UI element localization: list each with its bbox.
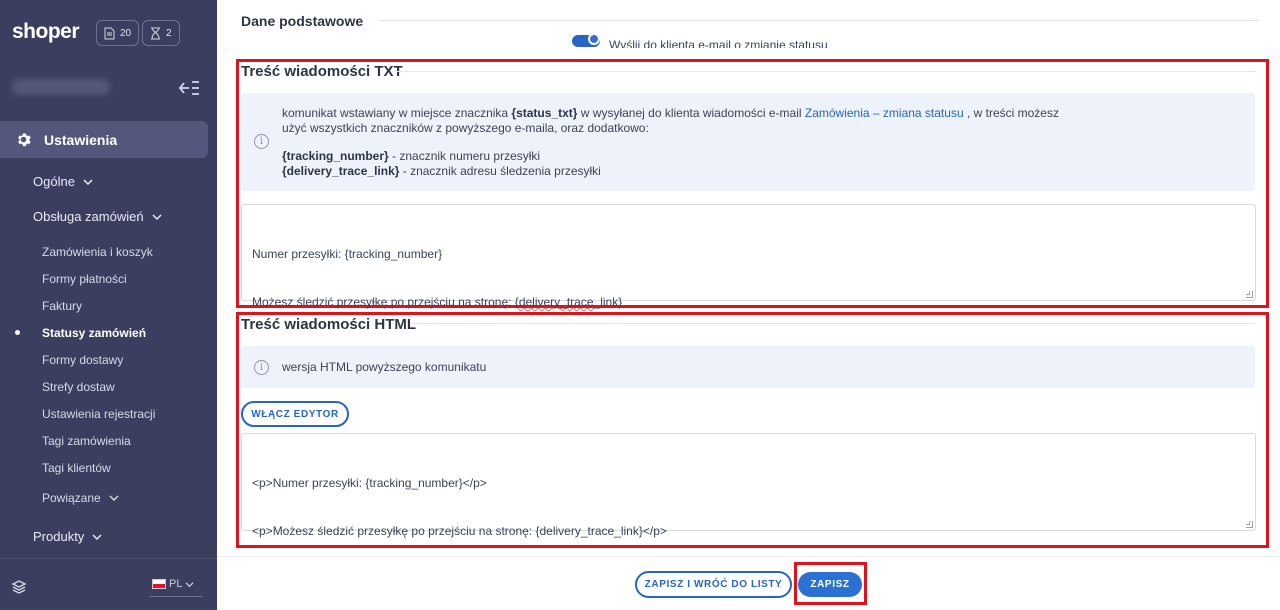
sidebar-item-label: Tagi zamówienia — [42, 434, 131, 448]
html-title-divider — [413, 323, 1255, 324]
status-change-email-link[interactable]: Zamówienia – zmiana statusu — [805, 106, 964, 120]
language-code: PL — [169, 578, 183, 590]
sidebar-group-label: Obsługa zamówień — [33, 209, 144, 224]
textarea-line: Numer przesyłki: {tracking_number} — [252, 247, 443, 261]
sidebar-group-label: Produkty — [33, 529, 85, 544]
info-icon: i — [254, 360, 269, 375]
sidebar-item-label: Formy płatności — [42, 272, 127, 286]
send-email-toggle-label: Wyślij do klienta e-mail o zmianie statu… — [609, 38, 828, 48]
language-selector[interactable]: PL — [152, 578, 195, 590]
tag-description: - znacznik adresu śledzenia przesyłki — [399, 164, 601, 178]
sidebar: shoper 20 2 Ustawienia Ogólne Obsługa za… — [0, 0, 217, 610]
info-text-line: użyć wszystkich znaczników z powyższego … — [282, 121, 649, 135]
chevron-down-icon — [185, 581, 195, 587]
sidebar-item-label: Tagi klientów — [42, 461, 111, 475]
enable-editor-button[interactable]: WŁĄCZ EDYTOR — [241, 401, 349, 427]
sidebar-item-label: Ustawienia rejestracji — [42, 407, 156, 421]
chevron-down-icon — [109, 495, 119, 502]
sidebar-item-order-statuses[interactable]: Statusy zamówień — [42, 326, 146, 340]
text-part: Możesz śledzić — [252, 295, 337, 309]
toggle-knob — [588, 33, 600, 45]
sidebar-item-label: Statusy zamówień — [42, 326, 147, 340]
sidebar-item-label: Strefy dostaw — [42, 380, 115, 394]
hourglass-icon — [151, 27, 160, 39]
txt-message-textarea[interactable]: Numer przesyłki: {tracking_number} Możes… — [241, 204, 1256, 309]
tag-description: - znacznik numeru przesyłki — [388, 149, 541, 163]
sidebar-group-products[interactable]: Produkty — [33, 529, 102, 544]
chevron-down-icon — [83, 178, 93, 185]
status-txt-tag: {status_txt} — [511, 106, 578, 120]
html-message-textarea[interactable]: <p>Numer przesyłki: {tracking_number}</p… — [241, 433, 1256, 538]
section-title: Dane podstawowe — [241, 13, 364, 29]
info-text-part: , w treści możesz — [963, 106, 1059, 120]
sidebar-item-label: Zamówienia i koszyk — [42, 245, 153, 259]
section-divider — [379, 20, 1259, 21]
save-and-back-button[interactable]: ZAPISZ I WRÓĆ DO LISTY — [635, 571, 792, 598]
sidebar-group-general[interactable]: Ogólne — [33, 174, 93, 189]
info-text-part: komunikat wstawiany w miejsce znacznika — [282, 106, 512, 120]
info-text-part: w wysyłanej do klienta wiadomości e-mail — [577, 106, 805, 120]
html-block-title: Treść wiadomości HTML — [241, 316, 417, 333]
txt-block-title: Treść wiadomości TXT — [241, 63, 403, 80]
document-icon — [104, 27, 115, 39]
collapse-sidebar-icon[interactable] — [178, 79, 200, 97]
info-icon: i — [254, 134, 269, 149]
account-name-blurred[interactable] — [12, 79, 110, 95]
textarea-line: <p>Numer przesyłki: {tracking_number}</p… — [252, 476, 487, 490]
sidebar-item-shipping-methods[interactable]: Formy dostawy — [42, 353, 123, 367]
active-item-bullet — [15, 330, 20, 335]
sidebar-item-label: Formy dostawy — [42, 353, 124, 367]
sidebar-item-invoices[interactable]: Faktury — [42, 299, 82, 313]
sidebar-item-settings[interactable]: Ustawienia — [0, 121, 208, 158]
footer-divider — [217, 556, 1280, 557]
chevron-down-icon — [92, 533, 102, 540]
sidebar-item-label: Faktury — [42, 299, 83, 313]
pending-count: 2 — [166, 27, 172, 39]
sidebar-item-registration-settings[interactable]: Ustawienia rejestracji — [42, 407, 155, 421]
shoper-logo[interactable]: shoper — [12, 20, 80, 44]
textarea-line: <p>Możesz śledzić przesyłkę po przejściu… — [252, 524, 667, 538]
pending-counter[interactable]: 2 — [142, 20, 180, 46]
txt-info-text: komunikat wstawiany w miejsce znacznika … — [282, 106, 1059, 179]
sidebar-item-customer-tags[interactable]: Tagi klientów — [42, 461, 111, 475]
poland-flag-icon — [152, 579, 166, 589]
spellcheck-marked-text: delivery_trace — [518, 295, 594, 309]
resize-handle[interactable] — [1246, 521, 1253, 528]
main-content: Dane podstawowe Wyślij do klienta e-mail… — [217, 0, 1280, 610]
sidebar-item-related[interactable]: Powiązane — [42, 491, 119, 505]
html-info-text: wersja HTML powyższego komunikatu — [282, 360, 487, 374]
layers-icon[interactable] — [11, 579, 27, 595]
documents-counter[interactable]: 20 — [96, 20, 140, 46]
text-part: _link} — [593, 295, 623, 309]
sidebar-item-label: Powiązane — [42, 491, 101, 505]
text-part: po przejściu na stronę: { — [387, 295, 519, 309]
documents-count: 20 — [120, 27, 132, 39]
txt-info-box: i komunikat wstawiany w miejsce znacznik… — [241, 93, 1255, 191]
sidebar-group-label: Ogólne — [33, 174, 75, 189]
sidebar-item-orders-cart[interactable]: Zamówienia i koszyk — [42, 245, 153, 259]
sidebar-item-payment-methods[interactable]: Formy płatności — [42, 272, 127, 286]
chevron-down-icon — [152, 213, 162, 220]
gear-icon — [18, 133, 31, 147]
sidebar-item-label: Ustawienia — [44, 131, 118, 148]
html-info-box: i wersja HTML powyższego komunikatu — [241, 346, 1255, 388]
txt-title-divider — [397, 71, 1255, 72]
sidebar-item-delivery-zones[interactable]: Strefy dostaw — [42, 380, 115, 394]
resize-handle[interactable] — [1246, 291, 1253, 298]
text-part: przesyłkę — [336, 295, 388, 309]
tracking-number-tag: {tracking_number} — [282, 149, 389, 163]
language-underline — [150, 596, 202, 597]
sidebar-item-order-tags[interactable]: Tagi zamówienia — [42, 434, 131, 448]
sidebar-group-orders[interactable]: Obsługa zamówień — [33, 209, 162, 224]
save-button[interactable]: ZAPISZ — [798, 572, 862, 597]
textarea-line: Możesz śledzić przesyłkę po przejściu na… — [252, 294, 1245, 310]
delivery-trace-link-tag: {delivery_trace_link} — [282, 164, 400, 178]
